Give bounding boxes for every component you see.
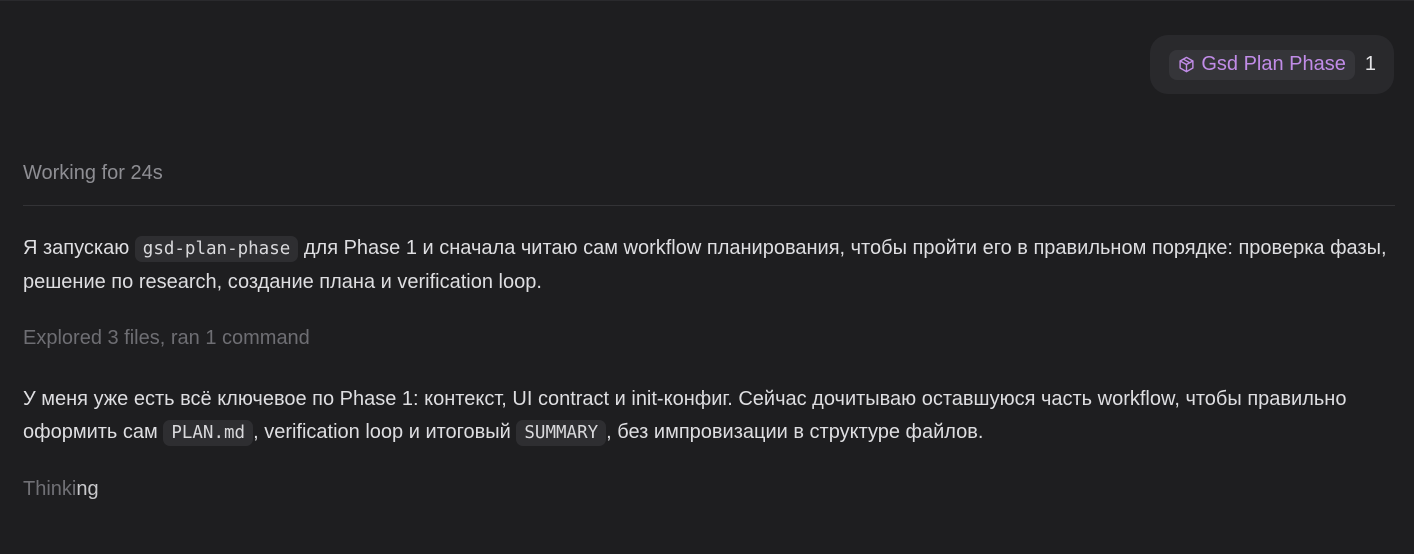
- inline-code: SUMMARY: [516, 420, 607, 446]
- cube-icon: [1178, 56, 1195, 73]
- top-border: [0, 0, 1414, 1]
- user-message-text: 1: [1364, 53, 1376, 75]
- divider: [23, 205, 1395, 206]
- user-message-bubble: Gsd Plan Phase 1: [1150, 35, 1394, 94]
- inline-code: gsd-plan-phase: [134, 236, 299, 262]
- skill-chip-label: Gsd Plan Phase: [1201, 53, 1346, 75]
- inline-code: PLAN.md: [163, 420, 254, 446]
- working-status[interactable]: Working for 24s: [23, 162, 163, 185]
- assistant-paragraph: Я запускаю gsd-plan-phase для Phase 1 и …: [23, 232, 1398, 299]
- assistant-paragraph: У меня уже есть всё ключевое по Phase 1:…: [23, 383, 1398, 450]
- paragraph-text: Я запускаю: [23, 237, 135, 259]
- paragraph-text: , без импровизации в структуре файлов.: [606, 421, 984, 443]
- explored-summary[interactable]: Explored 3 files, ran 1 command: [23, 327, 310, 350]
- paragraph-text: , verification loop и итоговый: [253, 421, 517, 443]
- thinking-text-bright: ng: [76, 478, 99, 500]
- thinking-indicator: Thinking: [23, 478, 99, 501]
- skill-chip[interactable]: Gsd Plan Phase: [1169, 49, 1355, 80]
- thinking-text-dim: Thinki: [23, 478, 77, 500]
